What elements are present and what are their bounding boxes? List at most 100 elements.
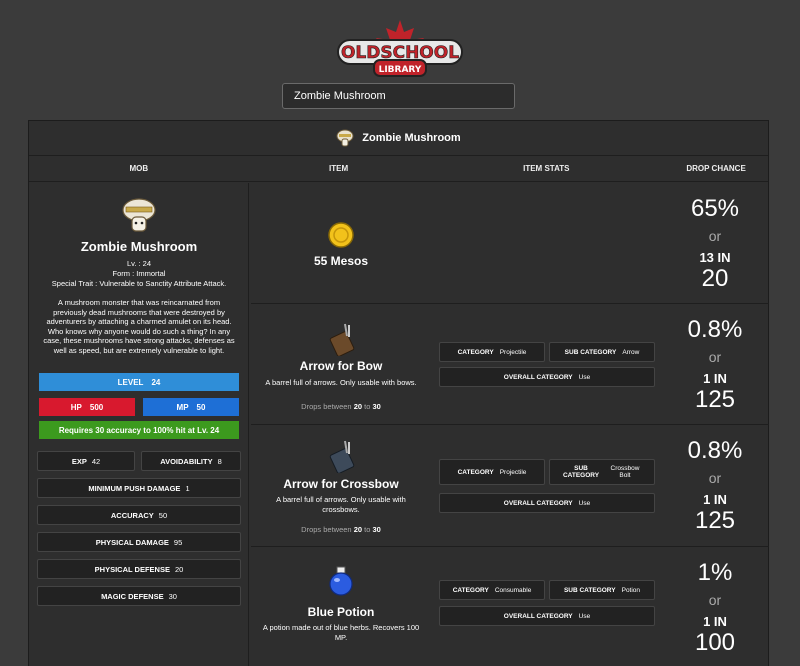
item-name-mesos[interactable]: 55 Mesos xyxy=(251,254,431,268)
item-name-arrow-for-crossbow[interactable]: Arrow for Crossbow xyxy=(251,477,431,491)
stat-physical-defense: PHYSICAL DEFENSE 20 xyxy=(37,559,241,579)
item-name-blue-potion[interactable]: Blue Potion xyxy=(251,605,431,619)
tag-subcategory: SUB CATEGORY Crossbow Bolt xyxy=(549,459,655,485)
tag-category: CATEGORY Projectile xyxy=(439,342,545,362)
drop-chance-or: or xyxy=(708,349,722,365)
hp-bar: HP 500 xyxy=(39,398,135,416)
column-drop-chance: DROP CHANCE xyxy=(686,164,746,173)
drop-row-mesos: 55 Mesos 65% or 13 IN 20 xyxy=(251,183,769,304)
drop-chance-pct: 65% xyxy=(690,195,740,222)
mob-name: Zombie Mushroom xyxy=(80,239,198,254)
tag-subcategory-label: SUB CATEGORY xyxy=(564,348,617,356)
drop-chance-or: or xyxy=(708,592,722,608)
site-logo[interactable]: OLDSCHOOL LIBRARY xyxy=(330,18,470,80)
tag-overall-category: OVERALL CATEGORY Use xyxy=(439,367,655,387)
stat-exp: EXP 42 xyxy=(37,451,135,471)
column-item-stats: ITEM STATS xyxy=(523,164,570,173)
drop-chance-in: 1 IN xyxy=(703,492,727,507)
stat-mdef-value: 30 xyxy=(168,591,177,601)
tag-category-label: CATEGORY xyxy=(457,348,494,356)
column-item: ITEM xyxy=(329,164,349,173)
stat-physical-damage: PHYSICAL DAMAGE 95 xyxy=(37,532,241,552)
search-input-value: Zombie Mushroom xyxy=(294,90,386,102)
stat-pdmg-value: 95 xyxy=(173,537,183,547)
search-input[interactable]: Zombie Mushroom xyxy=(282,83,515,109)
drops-min: 20 xyxy=(353,525,363,534)
stat-min-push-damage: MINIMUM PUSH DAMAGE 1 xyxy=(37,478,241,498)
column-headers: MOB ITEM ITEM STATS DROP CHANCE xyxy=(29,156,768,182)
mp-bar: MP 50 xyxy=(143,398,239,416)
bolt-barrel-icon xyxy=(329,440,355,473)
drop-chance-mesos: 65% or 13 IN 20 xyxy=(661,195,769,293)
zombie-mushroom-icon xyxy=(122,198,156,232)
tag-overall-value: Use xyxy=(578,499,591,507)
tag-subcategory-value: Crossbow Bolt xyxy=(610,465,640,479)
stat-exp-value: 42 xyxy=(91,456,101,466)
panel-title: Zombie Mushroom xyxy=(29,121,768,156)
drop-row-blue-potion: Blue Potion A potion made out of blue he… xyxy=(251,547,769,666)
accuracy-note-bar: Requires 30 accuracy to 100% hit at Lv. … xyxy=(39,421,239,439)
drop-chance-pct: 0.8% xyxy=(687,437,743,464)
maple-leaf-logo-icon: OLDSCHOOL LIBRARY xyxy=(337,20,463,77)
tag-category-label: CATEGORY xyxy=(457,468,494,476)
mob-info: Zombie Mushroom Lv. : 24 Form : Immortal… xyxy=(29,183,249,666)
panel-title-text: Zombie Mushroom xyxy=(362,132,461,144)
hp-value: 500 xyxy=(89,402,104,412)
drop-row-arrow-for-crossbow: Arrow for Crossbow A barrel full of arro… xyxy=(251,425,769,547)
tag-subcategory-label: SUB CATEGORY xyxy=(562,465,600,479)
blue-potion-icon xyxy=(329,566,353,596)
level-value: 24 xyxy=(151,377,161,387)
mob-description: A mushroom monster that was reincarnated… xyxy=(43,298,235,355)
tag-overall-label: OVERALL CATEGORY xyxy=(503,499,573,507)
drops-range-arrow-for-crossbow: Drops between 20 to 30 xyxy=(251,525,431,534)
tag-subcategory-value: Arrow xyxy=(622,348,640,356)
logo-text-bottom: LIBRARY xyxy=(379,65,422,75)
drop-chance-arrow-for-bow: 0.8% or 1 IN 125 xyxy=(661,316,769,414)
stat-avoidability: AVOIDABILITY 8 xyxy=(141,451,241,471)
mp-label: MP xyxy=(176,402,189,412)
item-name-arrow-for-bow[interactable]: Arrow for Bow xyxy=(251,359,431,373)
stat-pdmg-label: PHYSICAL DAMAGE xyxy=(95,537,169,547)
mob-trait-line: Special Trait : Vulnerable to Sanctity A… xyxy=(51,279,227,288)
drop-chance-num: 20 xyxy=(701,265,729,292)
tag-overall-category: OVERALL CATEGORY Use xyxy=(439,606,655,626)
logo-text-top: OLDSCHOOL xyxy=(341,43,459,63)
drops-min: 20 xyxy=(353,402,363,411)
drops-range-arrow-for-bow: Drops between 20 to 30 xyxy=(251,402,431,411)
drop-chance-blue-potion: 1% or 1 IN 100 xyxy=(661,559,769,657)
drops-prefix: Drops between xyxy=(301,525,352,534)
tag-subcategory-label: SUB CATEGORY xyxy=(563,586,616,594)
drop-row-arrow-for-bow: Arrow for Bow A barrel full of arrows. O… xyxy=(251,304,769,425)
mp-value: 50 xyxy=(196,402,206,412)
tag-overall-value: Use xyxy=(578,612,591,620)
tag-subcategory: SUB CATEGORY Potion xyxy=(549,580,655,600)
stat-acc-value: 50 xyxy=(158,510,168,520)
accuracy-note: Requires 30 accuracy to 100% hit at Lv. … xyxy=(58,425,220,435)
tag-overall-value: Use xyxy=(578,373,591,381)
item-desc-blue-potion: A potion made out of blue herbs. Recover… xyxy=(262,623,420,642)
drops-prefix: Drops between xyxy=(301,402,352,411)
tag-category: CATEGORY Consumable xyxy=(439,580,545,600)
tag-category-value: Consumable xyxy=(494,586,532,594)
mob-level-line: Lv. : 24 xyxy=(126,259,152,268)
column-mob: MOB xyxy=(129,164,149,173)
stat-exp-label: EXP xyxy=(71,456,87,466)
drop-chance-pct: 1% xyxy=(697,559,733,586)
stat-accuracy: ACCURACY 50 xyxy=(37,505,241,525)
drops-max: 30 xyxy=(372,402,381,411)
tag-category-value: Projectile xyxy=(499,468,527,476)
level-label: LEVEL xyxy=(117,377,144,387)
stat-mdef-label: MAGIC DEFENSE xyxy=(101,591,164,601)
tag-overall-label: OVERALL CATEGORY xyxy=(503,373,573,381)
stat-acc-label: ACCURACY xyxy=(110,510,154,520)
drop-chance-num: 100 xyxy=(694,629,736,656)
stat-pdef-value: 20 xyxy=(174,564,184,574)
stat-push-label: MINIMUM PUSH DAMAGE xyxy=(88,483,181,493)
stat-avoid-value: 8 xyxy=(217,456,222,466)
tag-overall-category: OVERALL CATEGORY Use xyxy=(439,493,655,513)
gold-coin-icon xyxy=(328,222,354,248)
mob-form-line: Form : Immortal xyxy=(112,269,166,278)
drops-max: 30 xyxy=(372,525,381,534)
zombie-mushroom-small-icon xyxy=(336,129,354,147)
tag-subcategory-value: Potion xyxy=(621,586,641,594)
